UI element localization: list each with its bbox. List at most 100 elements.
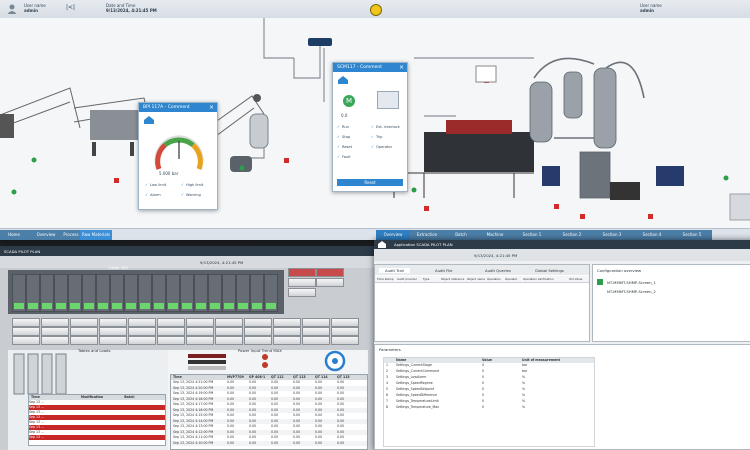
power-table-row[interactable]: Sep 13, 2024 4:10:00 PM 0.00 0.00 0.00 0.00 0… [171,440,367,446]
power-table-row[interactable]: Sep 13, 2024 4:15:00 PM 0.00 0.00 0.00 0.00 0… [171,413,367,418]
faceplate-motor[interactable]: SCM117 - Comment × M 0.0 ✓ Run ✓ Stop ✓ Res… [332,62,408,192]
tab-global-settings[interactable]: Global Settings [535,268,564,273]
grid-button[interactable] [273,336,301,345]
grid-button[interactable] [244,327,272,336]
stop-button[interactable] [288,268,316,277]
grid-button[interactable] [41,336,69,345]
module-status-green [112,303,122,309]
check-icon: ✓ [337,155,341,159]
grid-button[interactable] [41,318,69,327]
grid-button[interactable] [128,327,156,336]
tab-machine[interactable]: Machine [478,230,513,240]
module-status-green [42,303,52,309]
parameter-row[interactable]: 4 Settings_SpeedRegime 0% [384,381,594,386]
grid-button[interactable] [186,327,214,336]
grid-button[interactable] [186,318,214,327]
grid-button[interactable] [12,327,40,336]
tab-process[interactable]: Process [62,230,81,240]
grid-button[interactable] [215,336,243,345]
grid-button[interactable] [99,327,127,336]
power-table-row[interactable]: Sep 13, 2024 4:14:00 PM 0.00 0.00 0.00 0.00 0… [171,418,367,424]
grid-button[interactable] [157,318,185,327]
grid-button[interactable] [331,327,359,336]
control-button-3[interactable] [288,288,316,297]
grid-button[interactable] [12,318,40,327]
config-item-2[interactable]: NT-MMMT-SHMP-Screen_2 [607,289,656,294]
tab-raw-materials[interactable]: Raw Materials [80,230,113,240]
grid-button[interactable] [302,336,330,345]
parameters-panel: Parameters Name Value Unit of measurement … [374,344,750,450]
grid-button[interactable] [70,336,98,345]
grid-button[interactable] [70,327,98,336]
grid-button[interactable] [157,327,185,336]
faceplate-motor-row-6: ✓ Trip [371,135,383,139]
grid-button[interactable] [41,327,69,336]
tab-overview[interactable]: Overview [30,230,63,240]
parameter-row[interactable]: 2 Settings_CurrentCommand 0 bar [384,369,594,374]
grid-button[interactable] [244,336,272,345]
grid-button[interactable] [215,318,243,327]
manual-mode-icon[interactable] [377,91,399,109]
tab-overview-2[interactable]: Overview [376,230,411,240]
close-icon[interactable]: × [399,63,404,72]
tab-audit-trail[interactable]: Audit Trail [379,268,410,273]
grid-button[interactable] [186,336,214,345]
home-icon[interactable] [143,115,155,125]
faceplate-pressure[interactable]: BPI 117A - Comment × 5.000 bar ✓ Low limi… [138,102,218,210]
parameter-row[interactable]: 3 Settings_LowAlarm 0% [384,375,594,380]
grid-button[interactable] [302,318,330,327]
stop-all-button[interactable] [316,268,344,277]
tab-section-2[interactable]: Section 2 [552,230,593,240]
tab-section-4[interactable]: Section 4 [632,230,673,240]
close-icon[interactable]: × [209,103,214,112]
check-icon: ✓ [337,125,341,129]
tab-section-1[interactable]: Section 1 [512,230,553,240]
grid-button[interactable] [302,327,330,336]
grid-button[interactable] [99,318,127,327]
grid-button[interactable] [128,318,156,327]
grid-button[interactable] [331,318,359,327]
power-table-row[interactable]: Sep 13, 2024 4:11:00 PM 0.00 0.00 0.00 0.00 0… [171,435,367,440]
power-table-row[interactable]: Sep 13, 2024 4:13:00 PM 0.00 0.00 0.00 0.00 0… [171,424,367,429]
grid-button[interactable] [157,336,185,345]
control-button-1[interactable] [288,278,316,287]
grid-button[interactable] [273,318,301,327]
user-icon [7,4,17,14]
grid-button[interactable] [273,327,301,336]
power-table-row[interactable]: Sep 13, 2024 4:18:00 PM 0.00 0.00 0.00 0.00 0… [171,396,367,402]
parameter-row[interactable]: 7 Settings_TemperatureLimit 0% [384,399,594,404]
left-table-row[interactable]: Sep 13 ... [29,435,165,440]
config-item-1[interactable]: NT-MMMT-SHMP-Screen_1 [607,280,656,285]
module-status-green [154,303,164,309]
grid-button[interactable] [12,336,40,345]
tab-section-5[interactable]: Section 5 [672,230,713,240]
tab-audit-queries[interactable]: Audit Queries [485,268,511,273]
power-table-row[interactable]: Sep 13, 2024 4:19:00 PM 0.00 0.00 0.00 0.00 0… [171,391,367,396]
grid-button[interactable] [215,327,243,336]
reset-button[interactable]: Reset [337,179,403,186]
grid-button[interactable] [331,336,359,345]
home-icon[interactable] [337,75,349,85]
blue-panel-2 [656,166,684,186]
tab-batch[interactable]: Batch [444,230,479,240]
tab-extraction[interactable]: Extraction [410,230,445,240]
parameter-row[interactable]: 8 Settings_Temperature_Max 0% [384,405,594,410]
tab-audit-file[interactable]: Audit File [435,268,453,273]
alarm-bell-icon[interactable] [370,4,382,16]
power-table-row[interactable]: Sep 13, 2024 4:17:00 PM 0.00 0.00 0.00 0.00 0… [171,402,367,407]
grid-button[interactable] [99,336,127,345]
tab-section-3[interactable]: Section 3 [592,230,633,240]
control-button-2[interactable] [316,278,344,287]
parameter-row[interactable]: 5 Settings_SpeedSetpoint 0% [384,387,594,392]
power-table-row[interactable]: Sep 13, 2024 4:12:00 PM 0.00 0.00 0.00 0.00 0… [171,429,367,435]
tab-home[interactable]: Home [0,230,31,240]
grid-button[interactable] [70,318,98,327]
power-table-row[interactable]: Sep 13, 2024 4:16:00 PM 0.00 0.00 0.00 0.00 0… [171,407,367,413]
grid-button[interactable] [244,318,272,327]
power-table-row[interactable]: Sep 13, 2024 4:20:00 PM 0.00 0.00 0.00 0.00 0… [171,385,367,391]
grid-button[interactable] [128,336,156,345]
parameter-row[interactable]: 1 Settings_CurrentStage 0 bar [384,363,594,368]
home-icon[interactable] [378,241,386,248]
parameter-row[interactable]: 6 Settings_SpeedDifference 0% [384,393,594,398]
power-table-row[interactable]: Sep 13, 2024 4:21:00 PM 0.00 0.00 0.00 0.00 0… [171,380,367,385]
